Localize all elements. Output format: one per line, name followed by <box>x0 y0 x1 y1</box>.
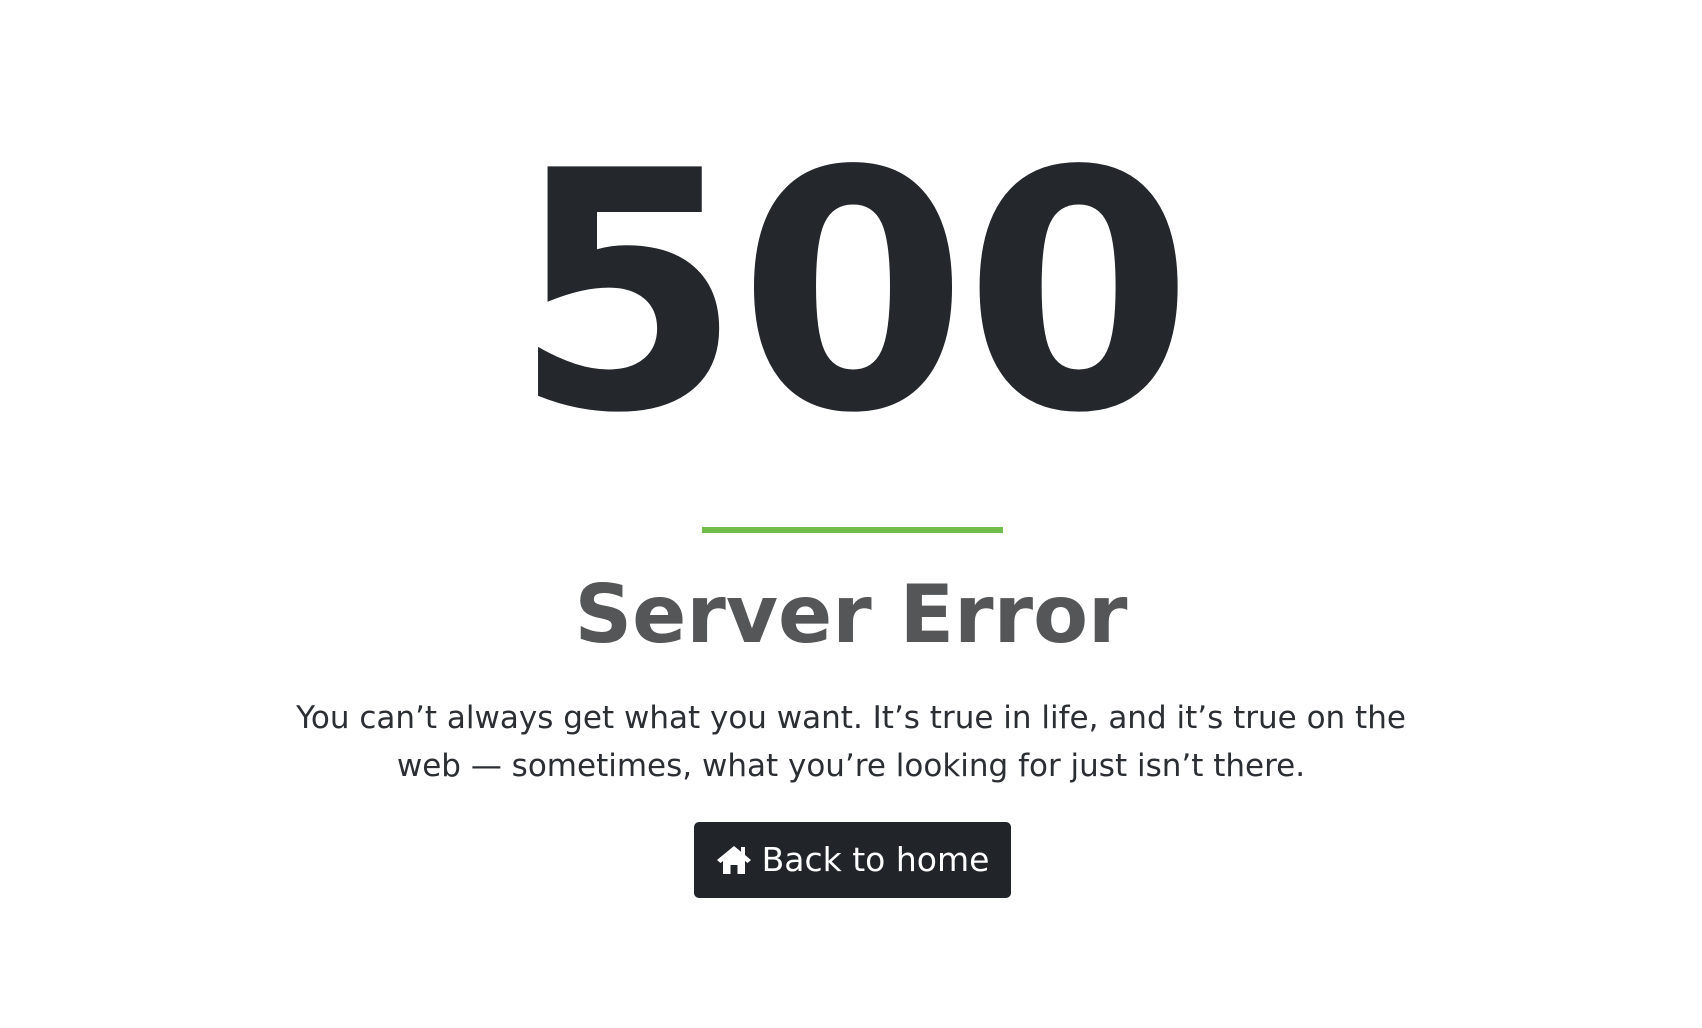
back-to-home-button[interactable]: Back to home <box>694 822 1011 898</box>
home-icon <box>716 844 752 876</box>
error-code: 500 <box>512 101 1194 485</box>
home-button-label: Back to home <box>761 840 990 879</box>
accent-divider <box>702 527 1003 533</box>
error-message: You can’t always get what you want. It’s… <box>296 700 1406 784</box>
error-title: Server Error <box>574 568 1128 661</box>
error-page: 500 Server Error You can’t always get wh… <box>0 0 1702 1028</box>
